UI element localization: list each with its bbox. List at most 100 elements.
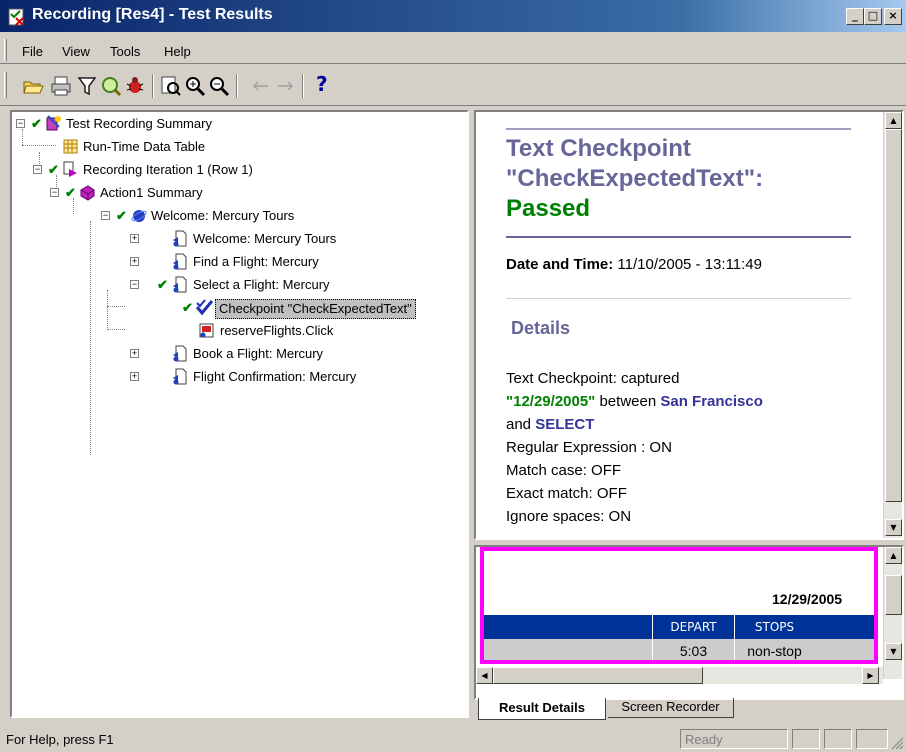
close-button[interactable]: × <box>884 8 902 25</box>
detail-tabs: Result Details Screen Recorder <box>474 698 906 722</box>
toolbar-grip[interactable] <box>4 72 7 98</box>
checkpoint-status: Passed <box>506 195 591 222</box>
collapse-toggle[interactable]: − <box>101 211 110 220</box>
forward-arrow-icon[interactable] <box>274 75 296 97</box>
option-ignore-spaces: Ignore spaces: ON <box>506 508 632 525</box>
scroll-down-icon[interactable]: ▼ <box>885 519 902 536</box>
tree-node-page[interactable]: + Book a Flight: Mercury <box>12 345 462 363</box>
tree-node-label: Flight Confirmation: Mercury <box>193 369 357 384</box>
help-icon[interactable]: ? <box>316 72 328 96</box>
iteration-icon <box>63 161 77 177</box>
page-icon <box>173 345 187 362</box>
browser-icon <box>131 210 147 222</box>
collapse-toggle[interactable]: − <box>50 188 59 197</box>
print-icon[interactable] <box>50 75 72 97</box>
back-arrow-icon[interactable] <box>250 75 272 97</box>
flight-table-header: DEPART STOPS <box>484 615 874 639</box>
tree-node-label: Run-Time Data Table <box>83 139 206 154</box>
tree-node-page[interactable]: + Flight Confirmation: Mercury <box>12 368 462 386</box>
tree-node-browser[interactable]: − ✔ Welcome: Mercury Tours <box>12 207 462 225</box>
scroll-left-icon[interactable]: ◀ <box>476 667 493 684</box>
zoom-out-icon[interactable] <box>208 75 230 97</box>
maximize-button[interactable]: □ <box>864 8 882 25</box>
scroll-thumb[interactable] <box>885 575 902 615</box>
collapse-toggle[interactable]: − <box>16 119 25 128</box>
open-icon[interactable] <box>22 75 44 97</box>
passed-check-icon: ✔ <box>31 116 42 131</box>
collapse-toggle[interactable]: − <box>33 165 42 174</box>
tab-label: Screen Recorder <box>621 699 720 714</box>
close-icon: × <box>888 9 898 22</box>
toolbar-separator <box>236 74 238 98</box>
scroll-up-icon[interactable]: ▲ <box>885 547 902 564</box>
tab-screen-recorder[interactable]: Screen Recorder <box>608 698 734 718</box>
find-icon[interactable] <box>100 75 122 97</box>
tree-node-checkpoint[interactable]: ✔ Checkpoint "CheckExpectedText" <box>12 299 462 319</box>
scroll-thumb[interactable] <box>493 667 703 684</box>
minimize-button[interactable]: _ <box>846 8 864 25</box>
menu-grip[interactable] <box>4 39 7 61</box>
tree-node-data-table[interactable]: Run-Time Data Table <box>12 138 462 156</box>
tree-node-label: Recording Iteration 1 (Row 1) <box>83 162 253 177</box>
capture-horizontal-scrollbar[interactable]: ◀ ▶ <box>476 667 883 684</box>
page-icon <box>173 230 187 247</box>
tree-node-label: Welcome: Mercury Tours <box>193 231 337 246</box>
tree-node-label: Action1 Summary <box>100 185 203 200</box>
scroll-up-icon[interactable]: ▲ <box>885 112 902 129</box>
passed-check-icon: ✔ <box>182 300 193 315</box>
checkpoint-heading: Text Checkpoint "CheckExpectedText": Pas… <box>506 134 763 224</box>
datetime-value: 11/10/2005 - 13:11:49 <box>617 256 762 273</box>
status-panel <box>792 729 820 749</box>
captured-screen-pane[interactable]: 12/29/2005 DEPART STOPS 5:03 non-stop ▲ … <box>474 545 904 700</box>
tree-node-label: Welcome: Mercury Tours <box>151 208 295 223</box>
scroll-down-icon[interactable]: ▼ <box>885 643 902 660</box>
tree-node-page[interactable]: + Welcome: Mercury Tours <box>12 230 462 248</box>
window-title: Recording [Res4] - Test Results <box>32 6 273 23</box>
zoom-in-icon[interactable] <box>184 75 206 97</box>
toolbar-separator <box>302 74 304 98</box>
column-header-stops: STOPS <box>734 615 814 639</box>
to-value: SELECT <box>535 416 595 433</box>
status-help-text: For Help, press F1 <box>6 732 114 747</box>
tree-node-action-summary[interactable]: − ✔ Action1 Summary <box>12 184 462 202</box>
capture-vertical-scrollbar[interactable]: ▲ ▼ <box>883 547 902 679</box>
tree-node-label: reserveFlights.Click <box>220 323 334 338</box>
page-icon <box>173 253 187 270</box>
expand-toggle[interactable]: + <box>130 234 139 243</box>
result-details-pane[interactable]: Text Checkpoint "CheckExpectedText": Pas… <box>474 110 904 540</box>
menu-tools[interactable]: Tools <box>110 44 140 59</box>
tab-result-details[interactable]: Result Details <box>478 698 606 720</box>
menu-bar: File View Tools Help <box>0 36 906 64</box>
expand-toggle[interactable]: + <box>130 349 139 358</box>
resize-grip-icon[interactable] <box>890 736 904 750</box>
checkpoint-highlight: 12/29/2005 DEPART STOPS 5:03 non-stop <box>480 547 878 664</box>
passed-check-icon: ✔ <box>116 208 127 223</box>
scroll-thumb[interactable] <box>885 129 902 502</box>
title-bar[interactable]: Recording [Res4] - Test Results _ □ × <box>0 0 906 32</box>
details-body: Text Checkpoint: captured "12/29/2005" b… <box>506 367 856 528</box>
tree-node-label: Find a Flight: Mercury <box>193 254 319 269</box>
and-word: and <box>506 416 532 433</box>
bug-icon[interactable] <box>124 75 146 97</box>
menu-view[interactable]: View <box>62 44 90 59</box>
filter-icon[interactable] <box>76 75 98 97</box>
expand-toggle[interactable]: + <box>130 372 139 381</box>
heading-line: Text Checkpoint <box>506 135 691 162</box>
maximize-icon: □ <box>867 9 879 22</box>
scroll-right-icon[interactable]: ▶ <box>862 667 879 684</box>
flight-table-row: 5:03 non-stop <box>484 639 874 660</box>
collapse-toggle[interactable]: − <box>130 280 139 289</box>
result-vertical-scrollbar[interactable]: ▲ ▼ <box>883 112 902 538</box>
menu-file[interactable]: File <box>22 44 43 59</box>
tree-node-page[interactable]: + Find a Flight: Mercury <box>12 253 462 271</box>
menu-help[interactable]: Help <box>164 44 191 59</box>
tree-node-iteration[interactable]: − ✔ Recording Iteration 1 (Row 1) <box>12 161 462 179</box>
results-tree[interactable]: − ✔ Test Recording Summary Run-Time Data… <box>10 110 469 718</box>
tree-node-page[interactable]: − ✔ Select a Flight: Mercury <box>12 276 462 294</box>
tree-node-step[interactable]: reserveFlights.Click <box>12 322 462 340</box>
toolbar: ? <box>0 66 906 106</box>
tree-node-test-summary[interactable]: − ✔ Test Recording Summary <box>12 115 462 133</box>
preview-icon[interactable] <box>160 75 182 97</box>
action-icon <box>80 185 95 201</box>
expand-toggle[interactable]: + <box>130 257 139 266</box>
